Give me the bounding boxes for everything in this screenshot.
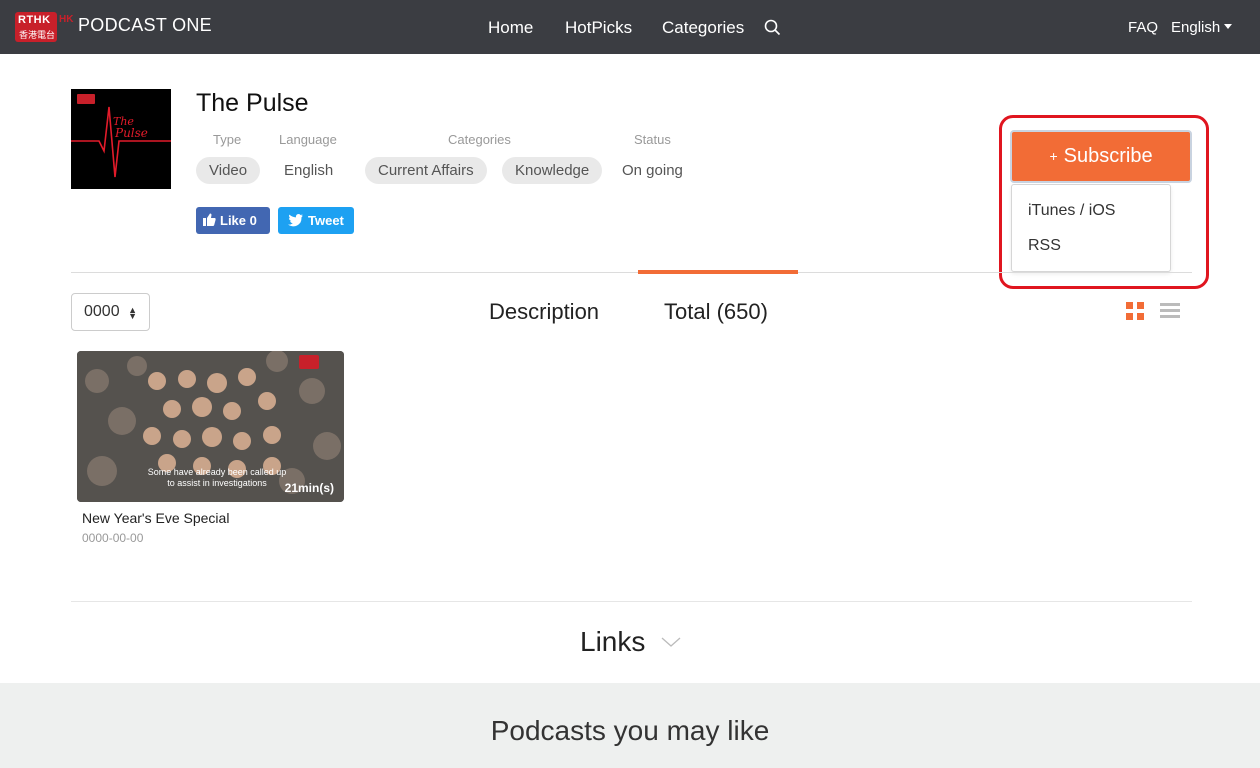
links-divider [71, 601, 1192, 602]
grid-view-icon[interactable] [1126, 302, 1144, 320]
year-value: 0000 [84, 303, 120, 320]
subscribe-label: Subscribe [1063, 145, 1153, 167]
language-dropdown[interactable]: English [1171, 19, 1233, 36]
tab-description[interactable]: Description [489, 299, 599, 325]
nav-home[interactable]: Home [488, 18, 533, 38]
categories-label: Categories [448, 132, 511, 147]
logo-chinese: 香港電台 [19, 30, 56, 40]
type-label: Type [213, 132, 242, 147]
plus-icon: + [1049, 148, 1058, 164]
links-heading[interactable]: Links [580, 626, 645, 658]
language-label: English [1171, 19, 1221, 36]
nav-faq[interactable]: FAQ [1128, 19, 1158, 36]
language-value: English [284, 162, 334, 179]
top-navbar: RTHK 香港電台 HK PODCAST ONE Home HotPicks C… [0, 0, 1260, 54]
tweet-button[interactable]: Tweet [278, 207, 354, 234]
brand-name[interactable]: PODCAST ONE [78, 15, 212, 36]
rthk-badge: RTHK 香港電台 [15, 12, 57, 42]
nav-hotpicks[interactable]: HotPicks [565, 18, 632, 38]
recommendations-title: Podcasts you may like [490, 715, 770, 746]
status-label: Status [634, 132, 671, 147]
active-tab-indicator [638, 270, 798, 274]
subscribe-dropdown-menu: iTunes / iOS RSS [1011, 184, 1171, 272]
subscribe-button[interactable]: + Subscribe [1010, 130, 1192, 183]
section-divider [71, 272, 1192, 273]
logo-hk: HK [59, 14, 74, 25]
recommendations-section: Podcasts you may like [0, 683, 1260, 768]
twitter-bird-icon [288, 214, 303, 227]
episode-caption: Some have already been called up to assi… [147, 467, 287, 488]
like-label: Like 0 [220, 213, 257, 228]
chevron-down-icon[interactable] [661, 636, 681, 648]
rthk-logo[interactable]: RTHK 香港電台 HK [15, 12, 75, 42]
sort-arrows-icon: ▲ ▼ [128, 305, 137, 321]
year-select[interactable]: 0000 ▲ ▼ [71, 293, 150, 331]
language-label: Language [279, 132, 337, 147]
svg-text:Pulse: Pulse [114, 126, 148, 140]
type-pill[interactable]: Video [196, 157, 261, 184]
pulse-wave-icon: The Pulse [71, 106, 171, 178]
tweet-label: Tweet [308, 213, 344, 228]
nav-categories[interactable]: Categories [662, 18, 744, 38]
podcast-cover: The Pulse [71, 89, 171, 189]
podcast-title: The Pulse [196, 89, 309, 117]
episode-title[interactable]: New Year's Eve Special [82, 510, 229, 526]
thumbs-up-icon [203, 213, 216, 226]
subscribe-option-rss[interactable]: RSS [1028, 237, 1061, 255]
episode-thumbnail[interactable]: Some have already been called up to assi… [77, 351, 344, 502]
episode-date: 0000-00-00 [82, 531, 144, 545]
category-pill-knowledge[interactable]: Knowledge [502, 157, 603, 184]
episode-duration: 21min(s) [284, 481, 334, 495]
facebook-like-button[interactable]: Like 0 [196, 207, 270, 234]
status-value: On going [622, 162, 683, 179]
search-icon[interactable] [764, 19, 781, 36]
tab-total[interactable]: Total (650) [664, 299, 768, 325]
list-view-icon[interactable] [1160, 303, 1180, 319]
logo-text: RTHK [18, 14, 51, 26]
subscribe-option-itunes[interactable]: iTunes / iOS [1028, 202, 1115, 220]
caret-down-icon [1224, 24, 1233, 29]
category-pill-current-affairs[interactable]: Current Affairs [365, 157, 487, 184]
